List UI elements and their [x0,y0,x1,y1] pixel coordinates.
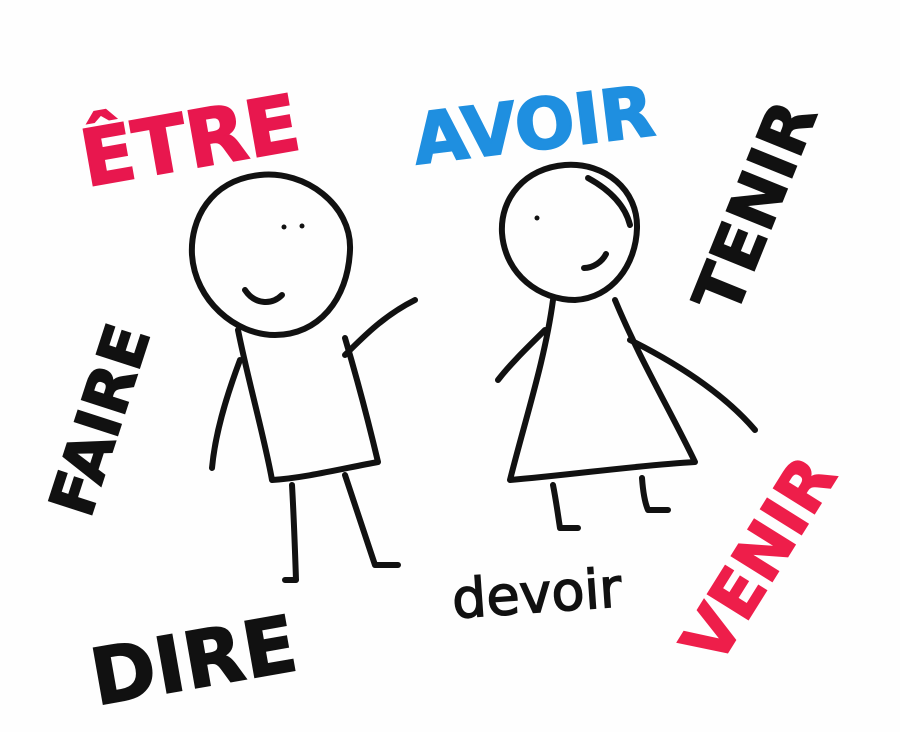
man-leg-right [342,472,401,568]
woman-head [498,161,641,303]
word-avoir-text: AVOIR [409,70,659,181]
man-leg-left [282,482,299,583]
word-faire-text: FAIRE [35,315,165,524]
man-eye-right [299,223,305,229]
word-avoir: AVOIR [408,69,660,182]
man-arm-left [209,357,243,471]
word-etre: ÊTRE [73,76,307,207]
word-faire: FAIRE [34,315,166,526]
word-dire: DIRE [83,599,304,725]
man-smile [242,287,285,305]
woman-arm-right [627,337,758,433]
word-dire-text: DIRE [84,599,304,724]
man-body [235,327,381,483]
man-arm-right [342,297,418,358]
word-venir-text: VENIR [666,443,851,676]
word-venir: VENIR [666,443,853,678]
man-head [188,171,354,338]
word-devoir-text: devoir [450,556,624,631]
woman-leg-left [550,482,581,531]
man-eye-left [281,224,287,230]
woman-dress [507,297,698,483]
word-devoir: devoir [449,556,625,632]
woman-eye [534,215,540,221]
stick-figure-man [188,171,418,583]
word-tenir-text: TENIR [678,90,832,324]
woman-leg-right [639,475,671,513]
whiteboard-drawing: ÊTRE AVOIR TENIR FAIRE DIRE devoir VENIR [0,0,900,732]
drawing-canvas: ÊTRE AVOIR TENIR FAIRE DIRE devoir VENIR [34,69,853,725]
woman-smile [581,251,609,271]
word-tenir: TENIR [678,90,834,325]
word-etre-text: ÊTRE [74,77,306,206]
